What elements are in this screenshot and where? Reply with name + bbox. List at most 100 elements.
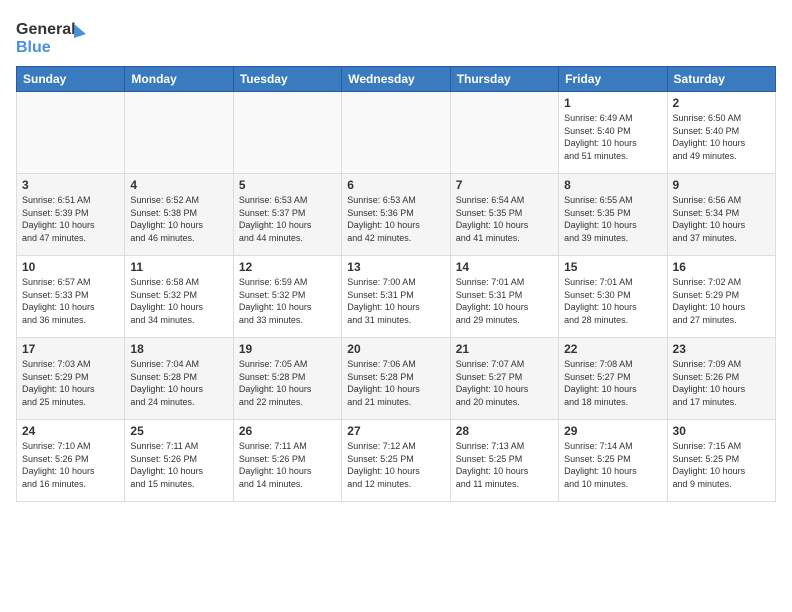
day-number: 10 <box>22 260 119 274</box>
calendar-day: 26Sunrise: 7:11 AM Sunset: 5:26 PM Dayli… <box>233 420 341 502</box>
day-number: 21 <box>456 342 553 356</box>
day-info: Sunrise: 7:11 AM Sunset: 5:26 PM Dayligh… <box>239 440 336 490</box>
calendar-day: 22 Sunrise: 7:08 AM Sunset: 5:27 PM Dayli… <box>559 338 667 420</box>
day-info: Sunrise: 6:53 AM Sunset: 5:37 PM Dayligh… <box>239 194 336 244</box>
calendar-day <box>233 92 341 174</box>
day-info: Sunrise: 7:06 AM Sunset: 5:28 PM Dayligh… <box>347 358 444 408</box>
day-number: 1 <box>564 96 661 110</box>
calendar-day: 10 Sunrise: 6:57 AM Sunset: 5:33 PM Dayli… <box>17 256 125 338</box>
page-header: GeneralBlue <box>16 16 776 58</box>
day-info: Sunrise: 7:07 AM Sunset: 5:27 PM Dayligh… <box>456 358 553 408</box>
day-info: Sunrise: 6:49 AM Sunset: 5:40 PM Dayligh… <box>564 112 661 162</box>
day-info: Sunrise: 7:03 AM Sunset: 5:29 PM Dayligh… <box>22 358 119 408</box>
day-info: Sunrise: 6:54 AM Sunset: 5:35 PM Dayligh… <box>456 194 553 244</box>
calendar-header-wednesday: Wednesday <box>342 67 450 92</box>
calendar-day: 1 Sunrise: 6:49 AM Sunset: 5:40 PM Daylig… <box>559 92 667 174</box>
logo-svg: GeneralBlue <box>16 16 91 58</box>
calendar-day: 21 Sunrise: 7:07 AM Sunset: 5:27 PM Dayli… <box>450 338 558 420</box>
calendar-day: 25 Sunrise: 7:11 AM Sunset: 5:26 PM Dayli… <box>125 420 233 502</box>
day-number: 23 <box>673 342 770 356</box>
calendar-day: 14 Sunrise: 7:01 AM Sunset: 5:31 PM Dayli… <box>450 256 558 338</box>
day-number: 7 <box>456 178 553 192</box>
day-info: Sunrise: 7:09 AM Sunset: 5:26 PM Dayligh… <box>673 358 770 408</box>
day-info: Sunrise: 7:11 AM Sunset: 5:26 PM Dayligh… <box>130 440 227 490</box>
day-number: 16 <box>673 260 770 274</box>
day-info: Sunrise: 7:01 AM Sunset: 5:31 PM Dayligh… <box>456 276 553 326</box>
calendar-day: 30 Sunrise: 7:15 AM Sunset: 5:25 PM Dayli… <box>667 420 775 502</box>
day-info: Sunrise: 7:00 AM Sunset: 5:31 PM Dayligh… <box>347 276 444 326</box>
day-number: 9 <box>673 178 770 192</box>
svg-text:General: General <box>16 21 76 38</box>
calendar-day: 15Sunrise: 7:01 AM Sunset: 5:30 PM Dayli… <box>559 256 667 338</box>
calendar-day: 7 Sunrise: 6:54 AM Sunset: 5:35 PM Daylig… <box>450 174 558 256</box>
calendar-day: 4 Sunrise: 6:52 AM Sunset: 5:38 PM Daylig… <box>125 174 233 256</box>
day-number: 8 <box>564 178 661 192</box>
calendar-week-2: 3 Sunrise: 6:51 AM Sunset: 5:39 PM Daylig… <box>17 174 776 256</box>
day-number: 12 <box>239 260 336 274</box>
day-number: 28 <box>456 424 553 438</box>
calendar-day: 24 Sunrise: 7:10 AM Sunset: 5:26 PM Dayli… <box>17 420 125 502</box>
day-number: 30 <box>673 424 770 438</box>
calendar-header-row: SundayMondayTuesdayWednesdayThursdayFrid… <box>17 67 776 92</box>
day-info: Sunrise: 6:51 AM Sunset: 5:39 PM Dayligh… <box>22 194 119 244</box>
calendar-day <box>450 92 558 174</box>
day-info: Sunrise: 7:05 AM Sunset: 5:28 PM Dayligh… <box>239 358 336 408</box>
calendar-week-3: 10 Sunrise: 6:57 AM Sunset: 5:33 PM Dayli… <box>17 256 776 338</box>
calendar-day: 11 Sunrise: 6:58 AM Sunset: 5:32 PM Dayli… <box>125 256 233 338</box>
calendar-day <box>17 92 125 174</box>
calendar-day: 12 Sunrise: 6:59 AM Sunset: 5:32 PM Dayli… <box>233 256 341 338</box>
calendar-day: 29 Sunrise: 7:14 AM Sunset: 5:25 PM Dayli… <box>559 420 667 502</box>
calendar-day: 16 Sunrise: 7:02 AM Sunset: 5:29 PM Dayli… <box>667 256 775 338</box>
calendar-day: 28Sunrise: 7:13 AM Sunset: 5:25 PM Dayli… <box>450 420 558 502</box>
day-info: Sunrise: 6:52 AM Sunset: 5:38 PM Dayligh… <box>130 194 227 244</box>
day-info: Sunrise: 7:04 AM Sunset: 5:28 PM Dayligh… <box>130 358 227 408</box>
day-number: 2 <box>673 96 770 110</box>
day-number: 25 <box>130 424 227 438</box>
day-number: 27 <box>347 424 444 438</box>
day-info: Sunrise: 6:58 AM Sunset: 5:32 PM Dayligh… <box>130 276 227 326</box>
calendar-header-saturday: Saturday <box>667 67 775 92</box>
day-info: Sunrise: 6:55 AM Sunset: 5:35 PM Dayligh… <box>564 194 661 244</box>
day-info: Sunrise: 7:15 AM Sunset: 5:25 PM Dayligh… <box>673 440 770 490</box>
calendar-day: 8 Sunrise: 6:55 AM Sunset: 5:35 PM Daylig… <box>559 174 667 256</box>
calendar-day: 19 Sunrise: 7:05 AM Sunset: 5:28 PM Dayli… <box>233 338 341 420</box>
day-info: Sunrise: 7:10 AM Sunset: 5:26 PM Dayligh… <box>22 440 119 490</box>
calendar-week-4: 17 Sunrise: 7:03 AM Sunset: 5:29 PM Dayli… <box>17 338 776 420</box>
day-number: 20 <box>347 342 444 356</box>
calendar-header-thursday: Thursday <box>450 67 558 92</box>
day-number: 18 <box>130 342 227 356</box>
day-number: 22 <box>564 342 661 356</box>
day-number: 5 <box>239 178 336 192</box>
day-info: Sunrise: 7:14 AM Sunset: 5:25 PM Dayligh… <box>564 440 661 490</box>
day-number: 4 <box>130 178 227 192</box>
day-info: Sunrise: 6:57 AM Sunset: 5:33 PM Dayligh… <box>22 276 119 326</box>
calendar-day: 23 Sunrise: 7:09 AM Sunset: 5:26 PM Dayli… <box>667 338 775 420</box>
day-number: 29 <box>564 424 661 438</box>
calendar-day: 27 Sunrise: 7:12 AM Sunset: 5:25 PM Dayli… <box>342 420 450 502</box>
calendar-day <box>125 92 233 174</box>
svg-text:Blue: Blue <box>16 39 51 56</box>
day-info: Sunrise: 7:01 AM Sunset: 5:30 PM Dayligh… <box>564 276 661 326</box>
day-info: Sunrise: 6:53 AM Sunset: 5:36 PM Dayligh… <box>347 194 444 244</box>
day-number: 17 <box>22 342 119 356</box>
calendar-day: 18 Sunrise: 7:04 AM Sunset: 5:28 PM Dayli… <box>125 338 233 420</box>
day-number: 19 <box>239 342 336 356</box>
calendar-week-5: 24 Sunrise: 7:10 AM Sunset: 5:26 PM Dayli… <box>17 420 776 502</box>
day-number: 3 <box>22 178 119 192</box>
calendar-day: 17 Sunrise: 7:03 AM Sunset: 5:29 PM Dayli… <box>17 338 125 420</box>
day-number: 24 <box>22 424 119 438</box>
day-info: Sunrise: 7:02 AM Sunset: 5:29 PM Dayligh… <box>673 276 770 326</box>
calendar-day: 20 Sunrise: 7:06 AM Sunset: 5:28 PM Dayli… <box>342 338 450 420</box>
calendar-header-friday: Friday <box>559 67 667 92</box>
day-info: Sunrise: 7:08 AM Sunset: 5:27 PM Dayligh… <box>564 358 661 408</box>
calendar-header-tuesday: Tuesday <box>233 67 341 92</box>
calendar: SundayMondayTuesdayWednesdayThursdayFrid… <box>16 66 776 502</box>
day-number: 13 <box>347 260 444 274</box>
day-info: Sunrise: 6:50 AM Sunset: 5:40 PM Dayligh… <box>673 112 770 162</box>
day-number: 11 <box>130 260 227 274</box>
calendar-day: 6Sunrise: 6:53 AM Sunset: 5:36 PM Daylig… <box>342 174 450 256</box>
day-number: 14 <box>456 260 553 274</box>
calendar-day: 9Sunrise: 6:56 AM Sunset: 5:34 PM Daylig… <box>667 174 775 256</box>
day-info: Sunrise: 6:59 AM Sunset: 5:32 PM Dayligh… <box>239 276 336 326</box>
day-info: Sunrise: 7:12 AM Sunset: 5:25 PM Dayligh… <box>347 440 444 490</box>
